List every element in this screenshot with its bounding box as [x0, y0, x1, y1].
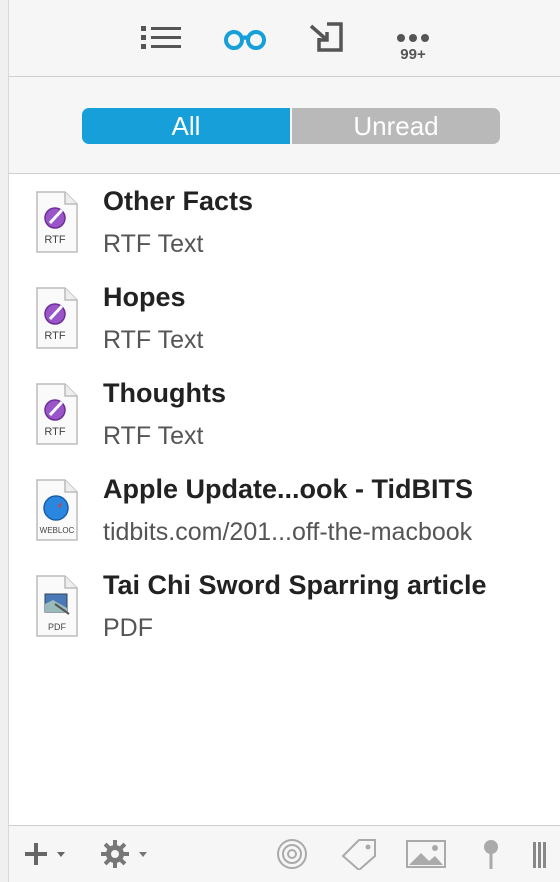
list-item[interactable]: PDF Tai Chi Sword Sparring article PDF — [9, 558, 560, 654]
svg-text:RTF: RTF — [44, 426, 65, 438]
svg-text:RTF: RTF — [44, 234, 65, 246]
rtf-document-icon: RTF — [33, 286, 81, 350]
item-subtitle: RTF Text — [103, 230, 204, 258]
list-item[interactable]: RTF Hopes RTF Text — [9, 270, 560, 366]
item-title: Tai Chi Sword Sparring article — [103, 570, 487, 600]
image-icon[interactable] — [405, 838, 447, 870]
list-icon[interactable] — [139, 20, 187, 60]
columns-icon[interactable] — [529, 838, 549, 870]
gear-icon[interactable] — [99, 838, 155, 870]
item-title: Thoughts — [103, 378, 226, 408]
list-item[interactable]: RTF Other Facts RTF Text — [9, 174, 560, 270]
rtf-document-icon: RTF — [33, 190, 81, 254]
rtf-document-icon: RTF — [33, 382, 81, 446]
pin-icon[interactable] — [477, 838, 505, 870]
svg-text:PDF: PDF — [48, 622, 67, 632]
window-left-edge — [0, 0, 9, 882]
pdf-document-icon: PDF — [33, 574, 81, 638]
unread-count-badge: 99+ — [400, 46, 426, 63]
bottom-toolbar — [9, 825, 560, 882]
svg-text:RTF: RTF — [44, 330, 65, 342]
webloc-document-icon: WEBLOC — [33, 478, 81, 542]
add-icon[interactable] — [21, 838, 73, 870]
filter-all-button[interactable]: All — [82, 108, 290, 144]
item-title: Hopes — [103, 282, 186, 312]
item-subtitle: tidbits.com/201...off-the-macbook — [103, 518, 473, 546]
item-subtitle: RTF Text — [103, 422, 204, 450]
more-icon[interactable]: 99+ — [389, 20, 437, 63]
item-subtitle: RTF Text — [103, 326, 204, 354]
target-icon[interactable] — [274, 838, 310, 870]
item-subtitle: PDF — [103, 614, 153, 642]
item-title: Other Facts — [103, 186, 254, 216]
list-item[interactable]: RTF Thoughts RTF Text — [9, 366, 560, 462]
list-item[interactable]: WEBLOC Apple Update...ook - TidBITS tidb… — [9, 462, 560, 558]
toolbar: 99+ — [9, 0, 560, 77]
filter-unread-button[interactable]: Unread — [292, 108, 500, 144]
filter-bar: All Unread — [9, 77, 560, 174]
reading-glasses-icon[interactable] — [221, 20, 269, 60]
item-title: Apple Update...ook - TidBITS — [103, 474, 474, 504]
svg-text:WEBLOC: WEBLOC — [40, 526, 75, 535]
tag-icon[interactable] — [339, 838, 379, 872]
import-arrow-icon[interactable] — [305, 20, 353, 60]
